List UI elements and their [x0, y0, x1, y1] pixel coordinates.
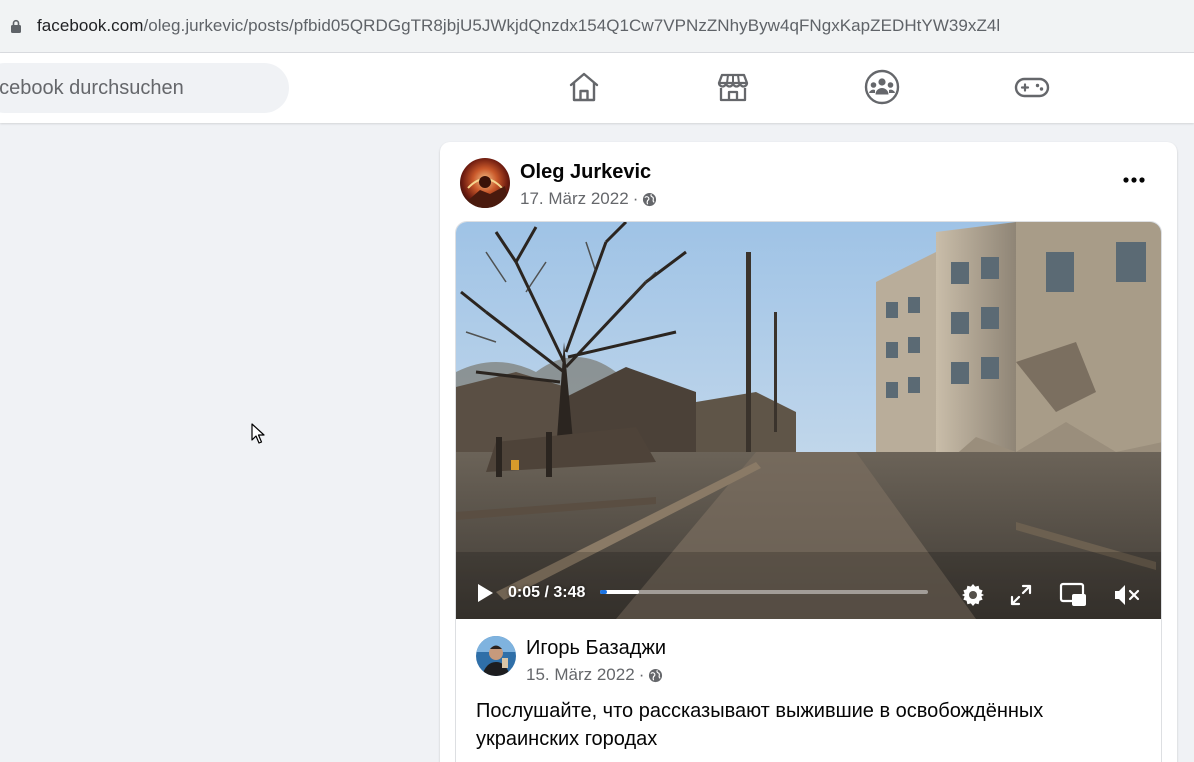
video-current-time: 0:05	[508, 584, 541, 601]
search-input[interactable]	[0, 63, 289, 113]
globe-icon	[649, 668, 663, 682]
picture-in-picture-icon[interactable]	[1058, 580, 1088, 610]
home-icon[interactable]	[564, 67, 604, 107]
shared-author-avatar[interactable]	[476, 636, 516, 676]
post-meta: 17. März 2022 ·	[520, 189, 657, 209]
shared-post-meta: 15. März 2022 ·	[526, 665, 663, 685]
lock-icon	[11, 19, 21, 33]
shared-post-header: Игорь Базаджи 15. März 2022 · Послушайте…	[456, 619, 1161, 762]
video-player[interactable]: 0:05 / 3:48	[456, 222, 1161, 619]
shared-meta-separator: ·	[638, 665, 645, 684]
meta-separator: ·	[632, 189, 639, 208]
shared-post-text: Послушайте, что рассказывают выжившие в …	[476, 700, 1044, 750]
post-card: Oleg Jurkevic 17. März 2022 · 0:05 / 3:4…	[440, 142, 1177, 762]
facebook-header	[0, 53, 1194, 123]
post-date[interactable]: 17. März 2022	[520, 189, 629, 209]
author-avatar[interactable]	[460, 158, 510, 208]
url-path: /oleg.jurkevic/posts/pfbid05QRDGgTR8jbjU…	[143, 16, 1001, 35]
shared-post[interactable]: 0:05 / 3:48 Игорь Базаджи 15. März 2022 …	[455, 221, 1162, 762]
marketplace-icon[interactable]	[713, 67, 753, 107]
mute-icon[interactable]	[1112, 580, 1142, 610]
post-author-name[interactable]: Oleg Jurkevic	[520, 161, 651, 184]
play-icon[interactable]	[476, 583, 494, 603]
video-controls: 0:05 / 3:48	[456, 572, 1161, 619]
globe-icon	[643, 192, 657, 206]
url-host: facebook.com	[37, 16, 144, 35]
shared-post-date[interactable]: 15. März 2022	[526, 665, 635, 685]
video-timecode: 0:05 / 3:48	[508, 584, 585, 602]
video-progress-bar[interactable]	[600, 590, 928, 594]
fullscreen-icon[interactable]	[1006, 580, 1036, 610]
groups-icon[interactable]	[862, 67, 902, 107]
video-duration: 3:48	[553, 584, 586, 601]
shared-author-name[interactable]: Игорь Базаджи	[526, 637, 666, 660]
gaming-icon[interactable]	[1012, 67, 1052, 107]
more-options-icon[interactable]	[1120, 168, 1148, 192]
mouse-cursor-icon	[251, 423, 265, 444]
search-box[interactable]	[0, 63, 289, 113]
video-time-slash: /	[544, 584, 549, 601]
browser-address-bar: facebook.com/oleg.jurkevic/posts/pfbid05…	[0, 0, 1194, 53]
url-text[interactable]: facebook.com/oleg.jurkevic/posts/pfbid05…	[37, 16, 1000, 36]
video-played	[600, 590, 607, 594]
video-frame	[456, 222, 1161, 619]
settings-icon[interactable]	[958, 580, 988, 610]
